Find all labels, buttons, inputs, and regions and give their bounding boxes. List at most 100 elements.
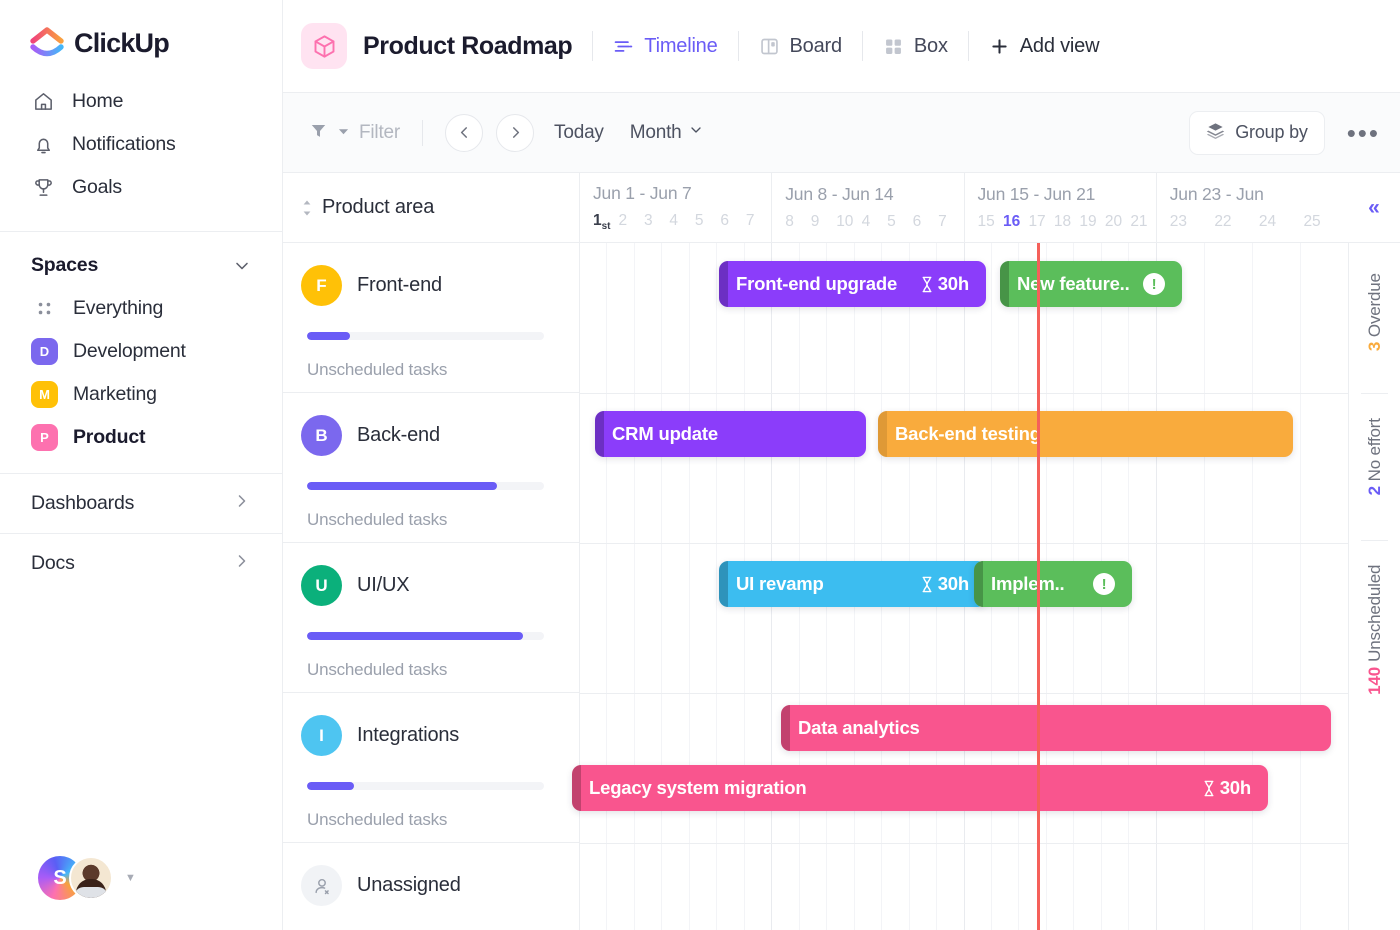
prev-period-button[interactable]	[445, 113, 484, 152]
task-bar-data-analytics[interactable]: Data analytics	[781, 705, 1331, 751]
day-cell[interactable]: 8	[785, 213, 810, 231]
sort-icon[interactable]	[301, 199, 313, 217]
day-cell[interactable]: 5	[695, 212, 720, 232]
day-cell[interactable]: 17	[1028, 213, 1053, 231]
add-view-button[interactable]: Add view	[989, 35, 1100, 58]
home-icon	[31, 89, 56, 114]
day-cell[interactable]: 9	[811, 213, 836, 231]
filter-button[interactable]: Filter	[309, 121, 400, 145]
tab-timeline[interactable]: Timeline	[613, 35, 718, 58]
sidebar-item-product[interactable]: P Product	[0, 416, 282, 459]
task-bar-ui-revamp[interactable]: UI revamp 30h	[719, 561, 986, 607]
day-cell[interactable]: 4	[669, 212, 694, 232]
row-name: Back-end	[357, 424, 440, 446]
task-bar-front-end-upgrade[interactable]: Front-end upgrade 30h	[719, 261, 986, 307]
rail-item-overdue[interactable]: 3 Overdue	[1365, 273, 1385, 351]
drag-handle[interactable]	[572, 765, 581, 811]
rail-label-unscheduled: Unscheduled	[1364, 565, 1384, 663]
divider	[967, 31, 969, 61]
avatar-stack[interactable]: S	[38, 856, 113, 900]
sidebar-item-goals[interactable]: Goals	[0, 166, 282, 209]
timeline-toolbar: Filter Today Month Group by •••	[283, 93, 1400, 173]
task-bar-crm-update[interactable]: CRM update	[595, 411, 866, 457]
task-bar-legacy-system-migration[interactable]: Legacy system migration 30h	[572, 765, 1268, 811]
drag-handle[interactable]	[719, 561, 728, 607]
task-bar-back-end-testing[interactable]: Back-end testing	[878, 411, 1293, 457]
sidebar-item-home[interactable]: Home	[0, 80, 282, 123]
unscheduled-tasks-label[interactable]: Unscheduled tasks	[307, 810, 549, 830]
day-cell[interactable]: 4	[862, 213, 887, 231]
unscheduled-tasks-label[interactable]: Unscheduled tasks	[307, 660, 549, 680]
sidebar-item-everything[interactable]: Everything	[0, 287, 282, 330]
day-cell[interactable]: 6	[913, 213, 938, 231]
day-cell[interactable]: 24	[1259, 213, 1304, 231]
day-cell[interactable]: 3	[644, 212, 669, 232]
drag-handle[interactable]	[878, 411, 887, 457]
unscheduled-tasks-label[interactable]: Unscheduled tasks	[307, 510, 549, 530]
day-cell[interactable]: 5	[887, 213, 912, 231]
sidebar-item-development[interactable]: D Development	[0, 330, 282, 373]
day-cell[interactable]: 21	[1130, 213, 1155, 231]
product-area-header[interactable]: Product area	[283, 173, 580, 242]
row-header[interactable]: Unassigned	[301, 865, 549, 906]
row-header[interactable]: B Back-end	[301, 415, 549, 456]
day-cell-today[interactable]: 16	[1003, 213, 1028, 231]
spaces-title: Spaces	[31, 254, 99, 276]
user-area[interactable]: S ▼	[0, 856, 282, 930]
drag-handle[interactable]	[719, 261, 728, 307]
row-header[interactable]: U UI/UX	[301, 565, 549, 606]
week-column: Jun 8 - Jun 14 8 9 10 4 5 6 7	[772, 173, 965, 242]
rail-item-no-effort[interactable]: 2 No effort	[1365, 418, 1385, 495]
day-cell[interactable]: 22	[1214, 213, 1259, 231]
brand-logo[interactable]: ClickUp	[0, 0, 282, 74]
day-cell[interactable]: 23	[1170, 213, 1215, 231]
sidebar-item-notifications[interactable]: Notifications	[0, 123, 282, 166]
drag-handle[interactable]	[781, 705, 790, 751]
task-effort-value: 30h	[937, 573, 969, 594]
day-cell[interactable]: 15	[978, 213, 1003, 231]
user-avatar[interactable]	[69, 856, 113, 900]
day-cell[interactable]: 20	[1105, 213, 1130, 231]
day-cell[interactable]: 18	[1054, 213, 1079, 231]
day-cell[interactable]: 1st	[593, 212, 618, 232]
day-cell[interactable]: 7	[938, 213, 963, 231]
spaces-header[interactable]: Spaces	[0, 232, 282, 287]
day-cell[interactable]: 2	[618, 212, 643, 232]
timeline-grid[interactable]: Front-end upgrade 30h New feature.. ! CR…	[572, 243, 1348, 930]
tab-box[interactable]: Box	[883, 35, 948, 58]
rail-header: «	[1348, 173, 1400, 242]
row-header[interactable]: F Front-end	[301, 265, 549, 306]
product-area-column: F Front-end Unscheduled tasks B Back-end…	[283, 243, 580, 930]
drag-handle[interactable]	[595, 411, 604, 457]
task-title: Implem..	[991, 573, 1065, 594]
row-header[interactable]: I Integrations	[301, 715, 549, 756]
sidebar-item-marketing[interactable]: M Marketing	[0, 373, 282, 416]
day-cell[interactable]: 25	[1303, 213, 1348, 231]
day-cell[interactable]: 19	[1079, 213, 1104, 231]
sidebar-item-dashboards[interactable]: Dashboards	[0, 473, 282, 533]
task-bar-implem[interactable]: Implem.. !	[974, 561, 1132, 607]
today-button[interactable]: Today	[554, 122, 604, 144]
rail-item-unscheduled[interactable]: 140 Unscheduled	[1365, 565, 1385, 695]
more-options-button[interactable]: •••	[1347, 120, 1380, 146]
day-cell[interactable]: 10	[836, 213, 861, 231]
drag-handle[interactable]	[1000, 261, 1009, 307]
collapse-rail-icon[interactable]: «	[1368, 196, 1380, 220]
left-sidebar: ClickUp Home Notifications Goals Spaces …	[0, 0, 283, 930]
progress-bar	[307, 632, 544, 640]
unscheduled-tasks-label[interactable]: Unscheduled tasks	[307, 360, 549, 380]
space-badge-development: D	[31, 338, 58, 365]
group-by-button[interactable]: Group by	[1189, 110, 1325, 155]
range-selector[interactable]: Month	[630, 122, 704, 144]
timeline-body: F Front-end Unscheduled tasks B Back-end…	[283, 243, 1400, 930]
task-bar-new-feature[interactable]: New feature.. !	[1000, 261, 1182, 307]
chevron-down-icon[interactable]	[232, 256, 252, 276]
day-cell[interactable]: 7	[746, 212, 771, 232]
tab-board[interactable]: Board	[759, 35, 842, 58]
caret-down-icon[interactable]: ▼	[125, 872, 136, 884]
drag-handle[interactable]	[974, 561, 983, 607]
divider	[422, 119, 424, 146]
day-cell[interactable]: 6	[720, 212, 745, 232]
sidebar-item-docs[interactable]: Docs	[0, 533, 282, 593]
next-period-button[interactable]	[496, 113, 535, 152]
